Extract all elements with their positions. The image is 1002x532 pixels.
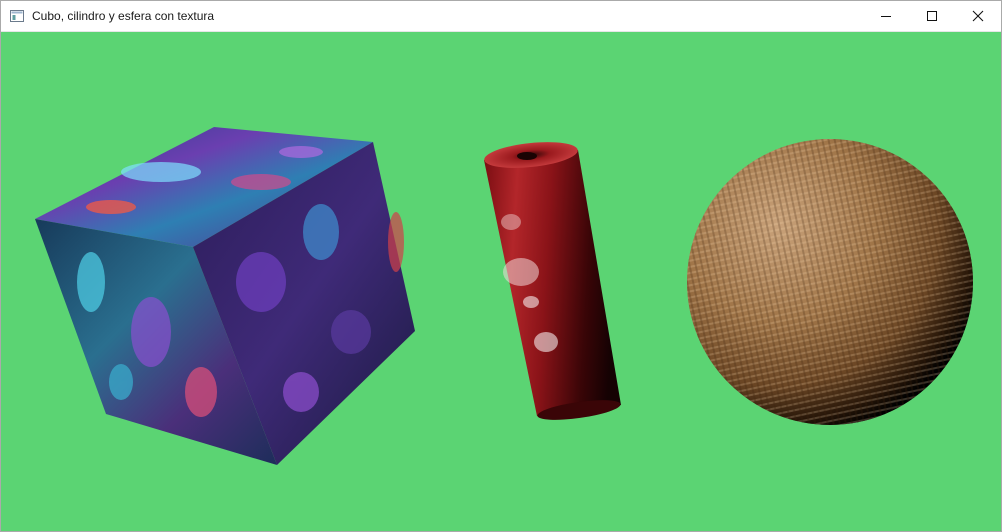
close-button[interactable] xyxy=(955,1,1001,31)
maximize-icon xyxy=(927,11,937,21)
title-bar[interactable]: Cubo, cilindro y esfera con textura xyxy=(1,1,1001,32)
close-icon xyxy=(972,10,984,22)
textured-cylinder xyxy=(484,142,621,420)
app-window: Cubo, cilindro y esfera con textura xyxy=(0,0,1002,532)
minimize-icon xyxy=(881,16,891,17)
window-app-icon[interactable] xyxy=(9,8,25,24)
textured-cube xyxy=(35,127,415,465)
window-title: Cubo, cilindro y esfera con textura xyxy=(32,9,215,23)
maximize-button[interactable] xyxy=(909,1,955,31)
textured-sphere xyxy=(687,139,973,425)
render-canvas[interactable] xyxy=(1,32,1001,531)
window-controls xyxy=(863,1,1001,31)
3d-scene xyxy=(35,127,973,465)
minimize-button[interactable] xyxy=(863,1,909,31)
